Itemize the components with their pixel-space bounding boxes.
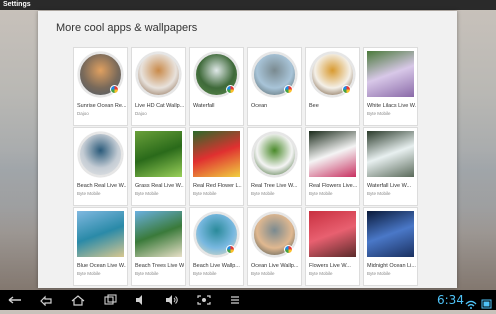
app-developer: Byte Mobile [309,271,333,276]
app-title: Real Flowers Live... [309,183,358,189]
wifi-icon [465,300,477,309]
app-thumbnail[interactable] [193,131,240,177]
app-card[interactable]: Waterfall Live W... Byte Mobile [363,127,418,206]
app-card[interactable]: Flowers Live W... Byte Mobile [305,207,360,286]
app-title: Beach Trees Live W... [135,263,184,269]
app-title: Grass Real Live W... [135,183,184,189]
status-clock: 6:34 [437,293,464,307]
window-titlebar: Settings [0,0,496,10]
app-developer: Byte Mobile [367,271,391,276]
promo-badge-icon [226,245,235,254]
app-card[interactable]: Real Flowers Live... Byte Mobile [305,127,360,206]
app-card[interactable]: Ocean [247,47,302,126]
app-title: Sunrise Ocean Re... [77,103,126,109]
app-card[interactable]: Bee [305,47,360,126]
app-developer: Byte Mobile [77,191,101,196]
app-card[interactable]: Beach Real Live W... Byte Mobile [73,127,128,206]
app-developer: Byte Mobile [77,271,101,276]
app-title: Real Red Flower L... [193,183,242,189]
overflow-menu-icon[interactable] [227,294,243,306]
app-title: Bee [309,103,319,109]
app-thumbnail[interactable] [77,211,124,257]
app-title: Beach Live Wallp... [193,263,240,269]
promo-badge-icon [342,85,351,94]
more-apps-panel: More cool apps & wallpapers Sunrise Ocea… [38,11,457,288]
app-card[interactable]: Real Tree Live W... Byte Mobile [247,127,302,206]
app-title: Beach Real Live W... [77,183,126,189]
app-title: Real Tree Live W... [251,183,298,189]
app-developer: Byte Mobile [193,271,217,276]
app-title: Live HD Cat Wallp... [135,103,184,109]
promo-badge-icon [110,85,119,94]
app-card[interactable]: Waterfall [189,47,244,126]
volume-down-icon[interactable] [133,294,149,306]
menu-icon[interactable] [7,294,23,306]
app-developer: Byte Mobile [309,191,333,196]
app-thumbnail[interactable] [78,132,123,177]
app-title: Flowers Live W... [309,263,351,269]
app-thumbnail[interactable] [136,52,181,97]
app-developer: Byte Mobile [135,191,159,196]
app-developer: Byte Mobile [135,271,159,276]
app-thumbnail[interactable] [135,131,182,177]
app-card[interactable]: Sunrise Ocean Re... Dajoo [73,47,128,126]
app-card[interactable]: Ocean Live Wallp... Byte Mobile [247,207,302,286]
app-title: Ocean [251,103,268,109]
recents-icon[interactable] [102,294,118,306]
app-title: Ocean Live Wallp... [251,263,299,269]
app-thumbnail[interactable] [367,131,414,177]
app-title: Blue Ocean Live W... [77,263,126,269]
app-card[interactable]: Grass Real Live W... Byte Mobile [131,127,186,206]
system-navbar [0,290,496,310]
back-icon[interactable] [38,294,54,307]
app-thumbnail[interactable] [367,51,414,97]
app-developer: Byte Mobile [251,191,275,196]
battery-icon [481,299,492,309]
screenshot-icon[interactable] [196,294,212,306]
app-title: Waterfall [193,103,215,109]
app-developer: Byte Mobile [367,111,391,116]
promo-badge-icon [284,245,293,254]
app-thumbnail[interactable] [367,211,414,257]
promo-badge-icon [284,85,293,94]
volume-up-icon[interactable] [164,294,180,306]
app-card[interactable]: Blue Ocean Live W... Byte Mobile [73,207,128,286]
app-card[interactable]: Beach Live Wallp... Byte Mobile [189,207,244,286]
app-thumbnail[interactable] [135,211,182,257]
promo-badge-icon [226,85,235,94]
app-thumbnail[interactable] [252,132,297,177]
app-title: Midnight Ocean Li... [367,263,416,269]
window-title: Settings [3,1,31,8]
app-developer: Dajoo [135,111,147,116]
app-developer: Byte Mobile [193,191,217,196]
apps-grid: Sunrise Ocean Re... Dajoo Live HD Cat Wall… [38,11,457,288]
app-title: White Lilacs Live W... [367,103,416,109]
app-developer: Dajoo [77,111,89,116]
app-card[interactable]: Beach Trees Live W... Byte Mobile [131,207,186,286]
app-developer: Byte Mobile [251,271,275,276]
home-icon[interactable] [70,294,86,306]
app-developer: Byte Mobile [367,191,391,196]
app-card[interactable]: Real Red Flower L... Byte Mobile [189,127,244,206]
app-card[interactable]: Midnight Ocean Li... Byte Mobile [363,207,418,286]
app-card[interactable]: White Lilacs Live W... Byte Mobile [363,47,418,126]
app-thumbnail[interactable] [309,211,356,257]
app-thumbnail[interactable] [309,131,356,177]
status-icons [464,296,494,309]
app-card[interactable]: Live HD Cat Wallp... Dajoo [131,47,186,126]
app-title: Waterfall Live W... [367,183,412,189]
